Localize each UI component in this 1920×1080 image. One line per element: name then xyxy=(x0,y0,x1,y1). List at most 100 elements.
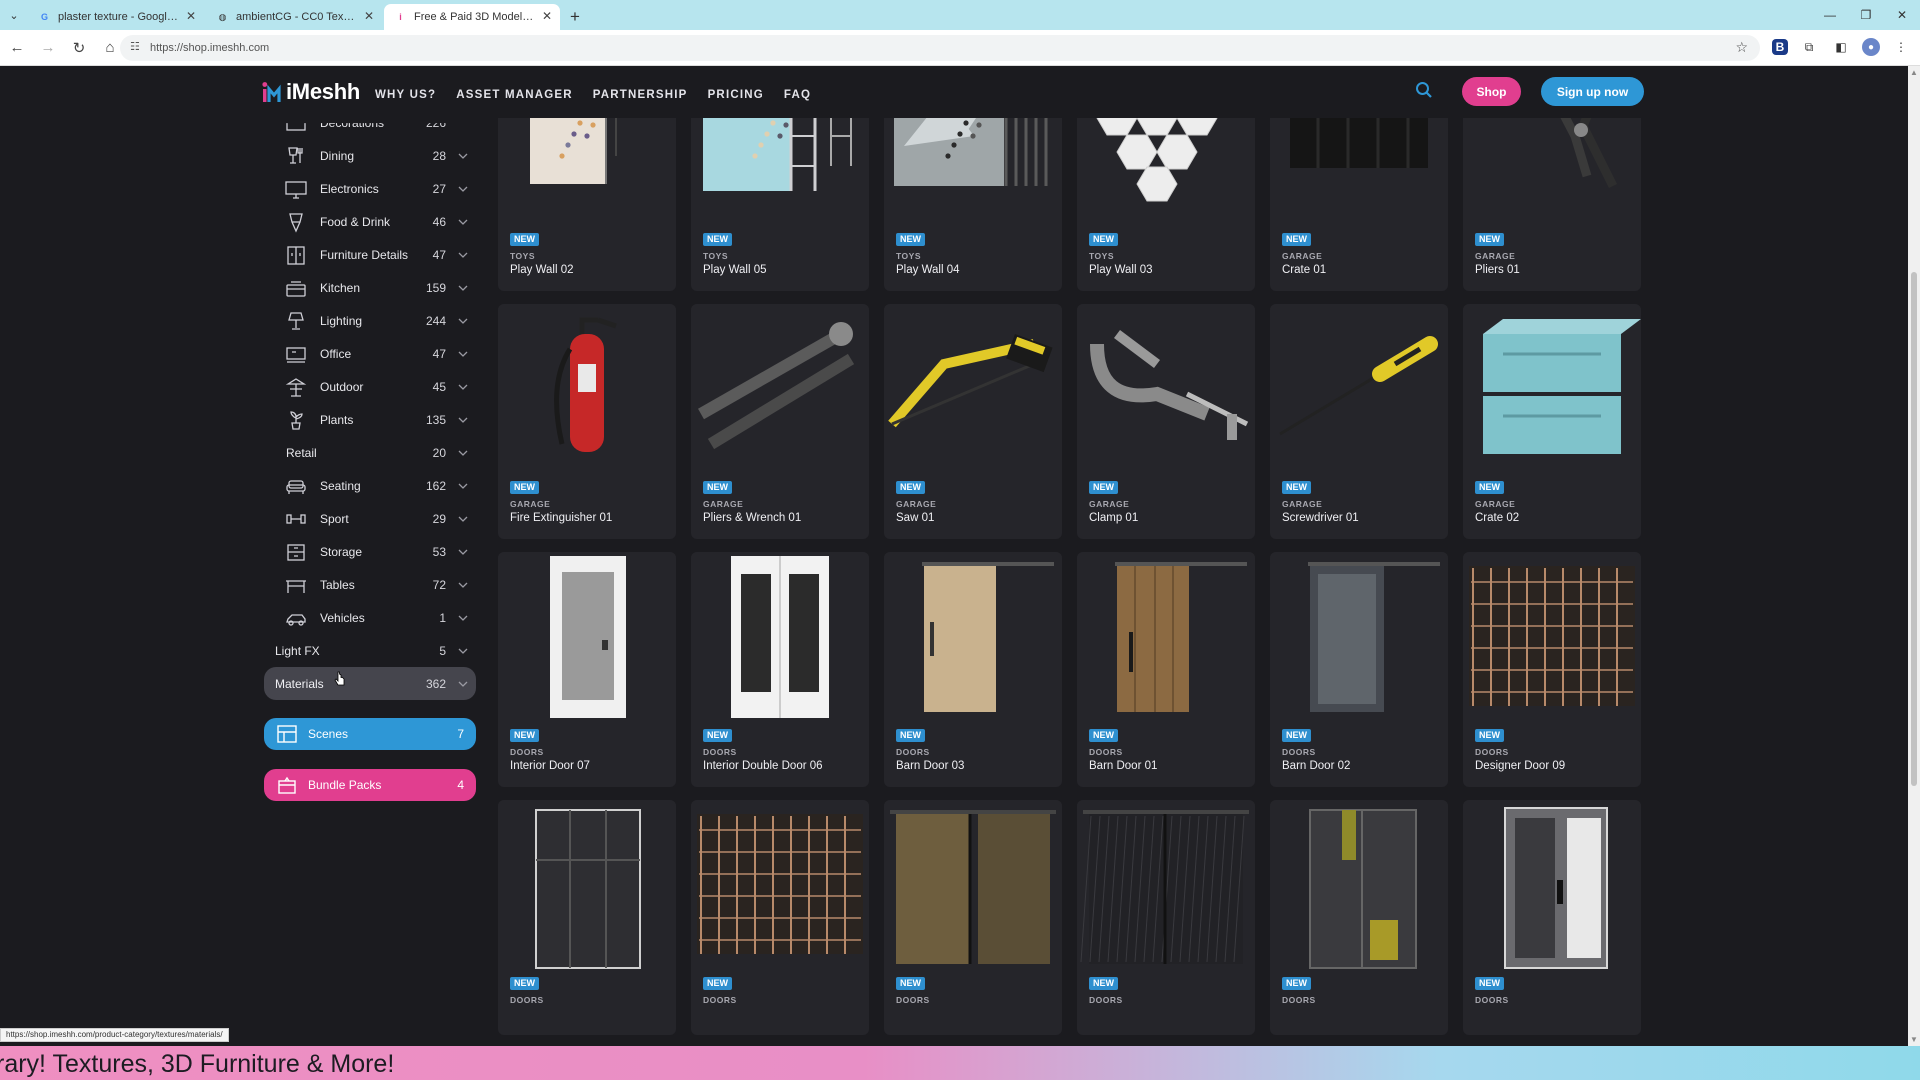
product-thumbnail[interactable] xyxy=(1077,800,1255,970)
product-thumbnail[interactable] xyxy=(691,118,869,226)
product-name[interactable]: Crate 01 xyxy=(1282,264,1326,276)
product-card[interactable]: NEW DOORS xyxy=(691,800,869,1035)
scrollbar-thumb[interactable] xyxy=(1911,272,1917,786)
chevron-down-icon[interactable] xyxy=(458,316,468,326)
chevron-down-icon[interactable] xyxy=(458,250,468,260)
chevron-down-icon[interactable] xyxy=(458,448,468,458)
nav-link-partnership[interactable]: PARTNERSHIP xyxy=(593,89,688,101)
product-card[interactable]: NEW DOORS Barn Door 03 xyxy=(884,552,1062,787)
sidebar-item-kitchen[interactable]: Kitchen 159 xyxy=(264,271,476,304)
sidebar-item-light-fx[interactable]: Light FX 5 xyxy=(264,634,476,667)
product-card[interactable]: NEW DOORS Barn Door 01 xyxy=(1077,552,1255,787)
product-card[interactable]: NEW GARAGE Pliers 01 xyxy=(1463,118,1641,291)
product-thumbnail[interactable] xyxy=(1077,118,1255,226)
product-card[interactable]: NEW DOORS Barn Door 02 xyxy=(1270,552,1448,787)
tab-search-chevron-icon[interactable]: ⌄ xyxy=(0,0,28,30)
product-thumbnail[interactable] xyxy=(498,552,676,722)
sidebar-item-food-and-drink[interactable]: Food & Drink 46 xyxy=(264,205,476,238)
page-scrollbar[interactable]: ▲ ▼ xyxy=(1908,66,1920,1046)
sidebar-item-seating[interactable]: Seating 162 xyxy=(264,469,476,502)
bundle-packs-button[interactable]: Bundle Packs 4 xyxy=(264,769,476,801)
tab-close-icon[interactable]: ✕ xyxy=(542,9,552,23)
product-name[interactable]: Interior Double Door 06 xyxy=(703,760,823,772)
product-card[interactable]: NEW DOORS xyxy=(1077,800,1255,1035)
tab-close-icon[interactable]: ✕ xyxy=(186,9,196,23)
product-thumbnail[interactable] xyxy=(1463,800,1641,970)
product-thumbnail[interactable] xyxy=(498,118,676,226)
chevron-down-icon[interactable] xyxy=(458,217,468,227)
chevron-down-icon[interactable] xyxy=(458,679,468,689)
product-card[interactable]: NEW DOORS xyxy=(884,800,1062,1035)
product-name[interactable]: Barn Door 01 xyxy=(1089,760,1157,772)
chevron-down-icon[interactable] xyxy=(458,481,468,491)
nav-link-asset-manager[interactable]: ASSET MANAGER xyxy=(456,89,573,101)
sidebar-item-tables[interactable]: Tables 72 xyxy=(264,568,476,601)
forward-icon[interactable]: → xyxy=(34,34,62,62)
product-name[interactable]: Screwdriver 01 xyxy=(1282,512,1359,524)
imeshh-logo[interactable]: iMeshh xyxy=(262,79,360,105)
product-card[interactable]: NEW DOORS xyxy=(1463,800,1641,1035)
nav-link-pricing[interactable]: PRICING xyxy=(708,89,764,101)
sidebar-item-outdoor[interactable]: Outdoor 45 xyxy=(264,370,476,403)
chevron-down-icon[interactable] xyxy=(458,349,468,359)
product-name[interactable]: Play Wall 02 xyxy=(510,264,574,276)
product-name[interactable]: Play Wall 04 xyxy=(896,264,960,276)
product-card[interactable]: NEW GARAGE Crate 01 xyxy=(1270,118,1448,291)
product-thumbnail[interactable] xyxy=(691,552,869,722)
product-card[interactable]: NEW DOORS Interior Door 07 xyxy=(498,552,676,787)
site-info-icon[interactable]: ☷ xyxy=(130,40,140,53)
nav-link-faq[interactable]: FAQ xyxy=(784,89,811,101)
scenes-button[interactable]: Scenes 7 xyxy=(264,718,476,750)
scroll-up-icon[interactable]: ▲ xyxy=(1910,68,1918,77)
product-name[interactable]: Saw 01 xyxy=(896,512,934,524)
sidebar-item-lighting[interactable]: Lighting 244 xyxy=(264,304,476,337)
minimize-icon[interactable]: — xyxy=(1812,0,1848,30)
close-window-icon[interactable]: ✕ xyxy=(1884,0,1920,30)
product-thumbnail[interactable] xyxy=(884,800,1062,970)
product-name[interactable]: Play Wall 05 xyxy=(703,264,767,276)
product-thumbnail[interactable] xyxy=(498,304,676,474)
product-name[interactable]: Crate 02 xyxy=(1475,512,1519,524)
product-card[interactable]: NEW GARAGE Fire Extinguisher 01 xyxy=(498,304,676,539)
product-name[interactable]: Barn Door 03 xyxy=(896,760,964,772)
chevron-down-icon[interactable] xyxy=(458,382,468,392)
product-thumbnail[interactable] xyxy=(1077,304,1255,474)
product-card[interactable]: NEW TOYS Play Wall 03 xyxy=(1077,118,1255,291)
sidebar-item-materials[interactable]: Materials 362 xyxy=(264,667,476,700)
reload-icon[interactable]: ↻ xyxy=(65,34,93,62)
product-thumbnail[interactable] xyxy=(1270,118,1448,226)
sidebar-item-electronics[interactable]: Electronics 27 xyxy=(264,172,476,205)
sidebar-item-plants[interactable]: Plants 135 xyxy=(264,403,476,436)
browser-menu-icon[interactable]: ⋮ xyxy=(1890,36,1912,58)
product-card[interactable]: NEW TOYS Play Wall 04 xyxy=(884,118,1062,291)
product-card[interactable]: NEW DOORS xyxy=(498,800,676,1035)
product-card[interactable]: NEW TOYS Play Wall 05 xyxy=(691,118,869,291)
address-bar[interactable]: ☷ https://shop.imeshh.com ☆ xyxy=(120,35,1760,61)
product-thumbnail[interactable] xyxy=(1270,304,1448,474)
product-thumbnail[interactable] xyxy=(1463,304,1641,474)
product-card[interactable]: NEW GARAGE Pliers & Wrench 01 xyxy=(691,304,869,539)
sign-up-button[interactable]: Sign up now xyxy=(1541,77,1644,106)
sidebar-item-furniture-details[interactable]: Furniture Details 47 xyxy=(264,238,476,271)
product-card[interactable]: NEW GARAGE Saw 01 xyxy=(884,304,1062,539)
chevron-down-icon[interactable] xyxy=(458,184,468,194)
product-thumbnail[interactable] xyxy=(498,800,676,970)
product-name[interactable]: Interior Door 07 xyxy=(510,760,590,772)
browser-tab[interactable]: ◍ ambientCG - CC0 Textures, HDRI ✕ xyxy=(206,4,382,30)
chevron-down-icon[interactable] xyxy=(458,514,468,524)
chevron-down-icon[interactable] xyxy=(458,151,468,161)
product-thumbnail[interactable] xyxy=(884,118,1062,226)
product-thumbnail[interactable] xyxy=(1270,800,1448,970)
extension-b-icon[interactable]: B xyxy=(1772,39,1788,55)
chevron-down-icon[interactable] xyxy=(458,547,468,557)
product-card[interactable]: NEW DOORS Designer Door 09 xyxy=(1463,552,1641,787)
scroll-down-icon[interactable]: ▼ xyxy=(1910,1035,1918,1044)
product-thumbnail[interactable] xyxy=(884,552,1062,722)
search-icon[interactable] xyxy=(1414,80,1434,100)
browser-tab[interactable]: i Free & Paid 3D Models and Tex ✕ xyxy=(384,4,560,30)
sidebar-item-office[interactable]: Office 47 xyxy=(264,337,476,370)
product-name[interactable]: Clamp 01 xyxy=(1089,512,1138,524)
sidebar-item-retail[interactable]: Retail 20 xyxy=(264,436,476,469)
product-name[interactable]: Barn Door 02 xyxy=(1282,760,1350,772)
product-card[interactable]: NEW GARAGE Clamp 01 xyxy=(1077,304,1255,539)
